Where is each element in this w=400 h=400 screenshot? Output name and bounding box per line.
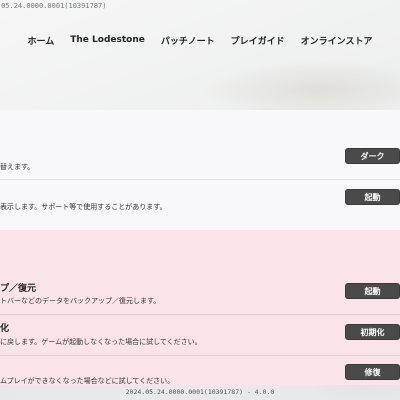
version-label-top: 2024.05.24.0000.0001(10391787) bbox=[0, 2, 107, 10]
divider bbox=[0, 355, 400, 356]
backup-desc: トバーなどのデータをバックアップ／復元します。 bbox=[0, 297, 161, 305]
theme-dark-button[interactable]: ダーク bbox=[345, 148, 400, 164]
repair-button[interactable]: 修復 bbox=[345, 364, 400, 380]
log-launch-button[interactable]: 起動 bbox=[345, 189, 400, 205]
nav-patch-notes[interactable]: パッチノート bbox=[153, 34, 223, 47]
divider bbox=[0, 179, 400, 180]
backup-launch-button[interactable]: 起動 bbox=[345, 283, 400, 299]
settings-panel: 替えます。 ダーク 表示します。サポート等で使用することがあります。 起動 bbox=[0, 110, 400, 230]
reset-title: 化 bbox=[0, 324, 10, 334]
setting-row-log-desc: 表示します。サポート等で使用することがあります。 bbox=[0, 203, 167, 211]
maintenance-panel: プ／復元 トバーなどのデータをバックアップ／復元します。 起動 化 に戻します。… bbox=[0, 230, 400, 385]
setting-row-theme-desc: 替えます。 bbox=[0, 163, 35, 171]
version-footer: 2024.05.24.0000.0001(10391787) - 4.0.0 bbox=[0, 385, 400, 400]
main-nav: ホーム The Lodestone パッチノート プレイガイド オンラインストア bbox=[0, 30, 400, 50]
reset-desc: に戻します。ゲームが起動しなくなった場合に試してください。 bbox=[0, 338, 202, 346]
divider bbox=[0, 314, 400, 315]
nav-play-guide[interactable]: プレイガイド bbox=[223, 34, 293, 47]
nav-online-store[interactable]: オンラインストア bbox=[293, 34, 381, 47]
backup-title: プ／復元 bbox=[0, 284, 37, 294]
nav-lodestone[interactable]: The Lodestone bbox=[62, 35, 153, 45]
nav-home[interactable]: ホーム bbox=[20, 34, 63, 47]
reset-button[interactable]: 初期化 bbox=[345, 324, 400, 340]
